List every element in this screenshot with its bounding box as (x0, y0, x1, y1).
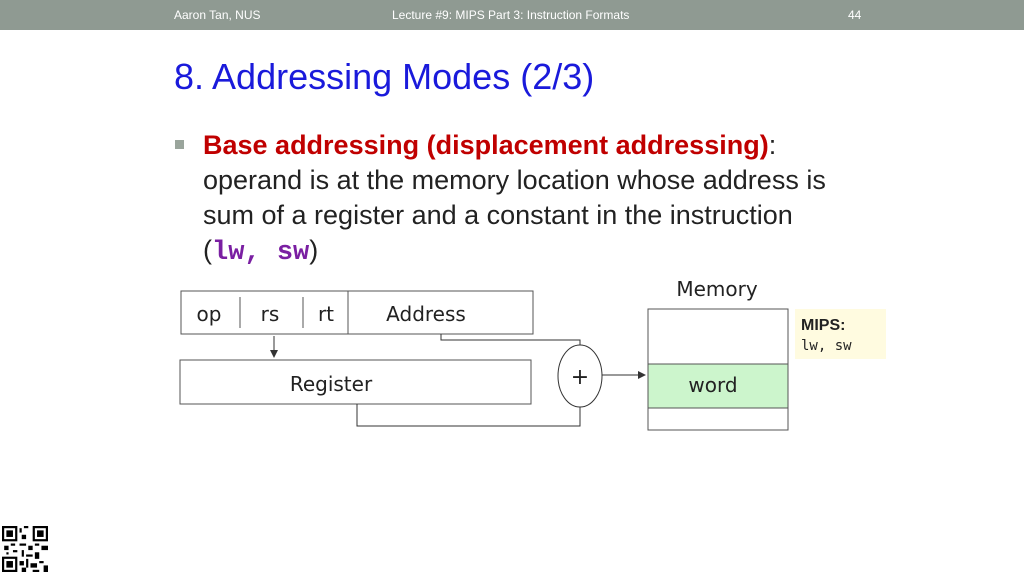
memory-label: Memory (676, 277, 758, 301)
field-op: op (197, 302, 222, 326)
adder-plus-label: + (571, 365, 589, 390)
qr-code-icon (2, 526, 48, 572)
field-address: Address (386, 302, 466, 326)
mips-note-body: lw, sw (801, 338, 852, 354)
register-to-adder-line (356, 404, 581, 427)
address-to-adder-line (440, 334, 581, 346)
base-addressing-diagram: op rs rt Address Register + Memory word … (179, 277, 886, 431)
instruction-format-box (180, 290, 534, 335)
register-label: Register (290, 372, 373, 396)
word-label: word (688, 373, 737, 397)
mips-note-title: MIPS: (801, 317, 845, 334)
field-rs: rs (261, 302, 280, 326)
field-rt: rt (318, 302, 334, 326)
